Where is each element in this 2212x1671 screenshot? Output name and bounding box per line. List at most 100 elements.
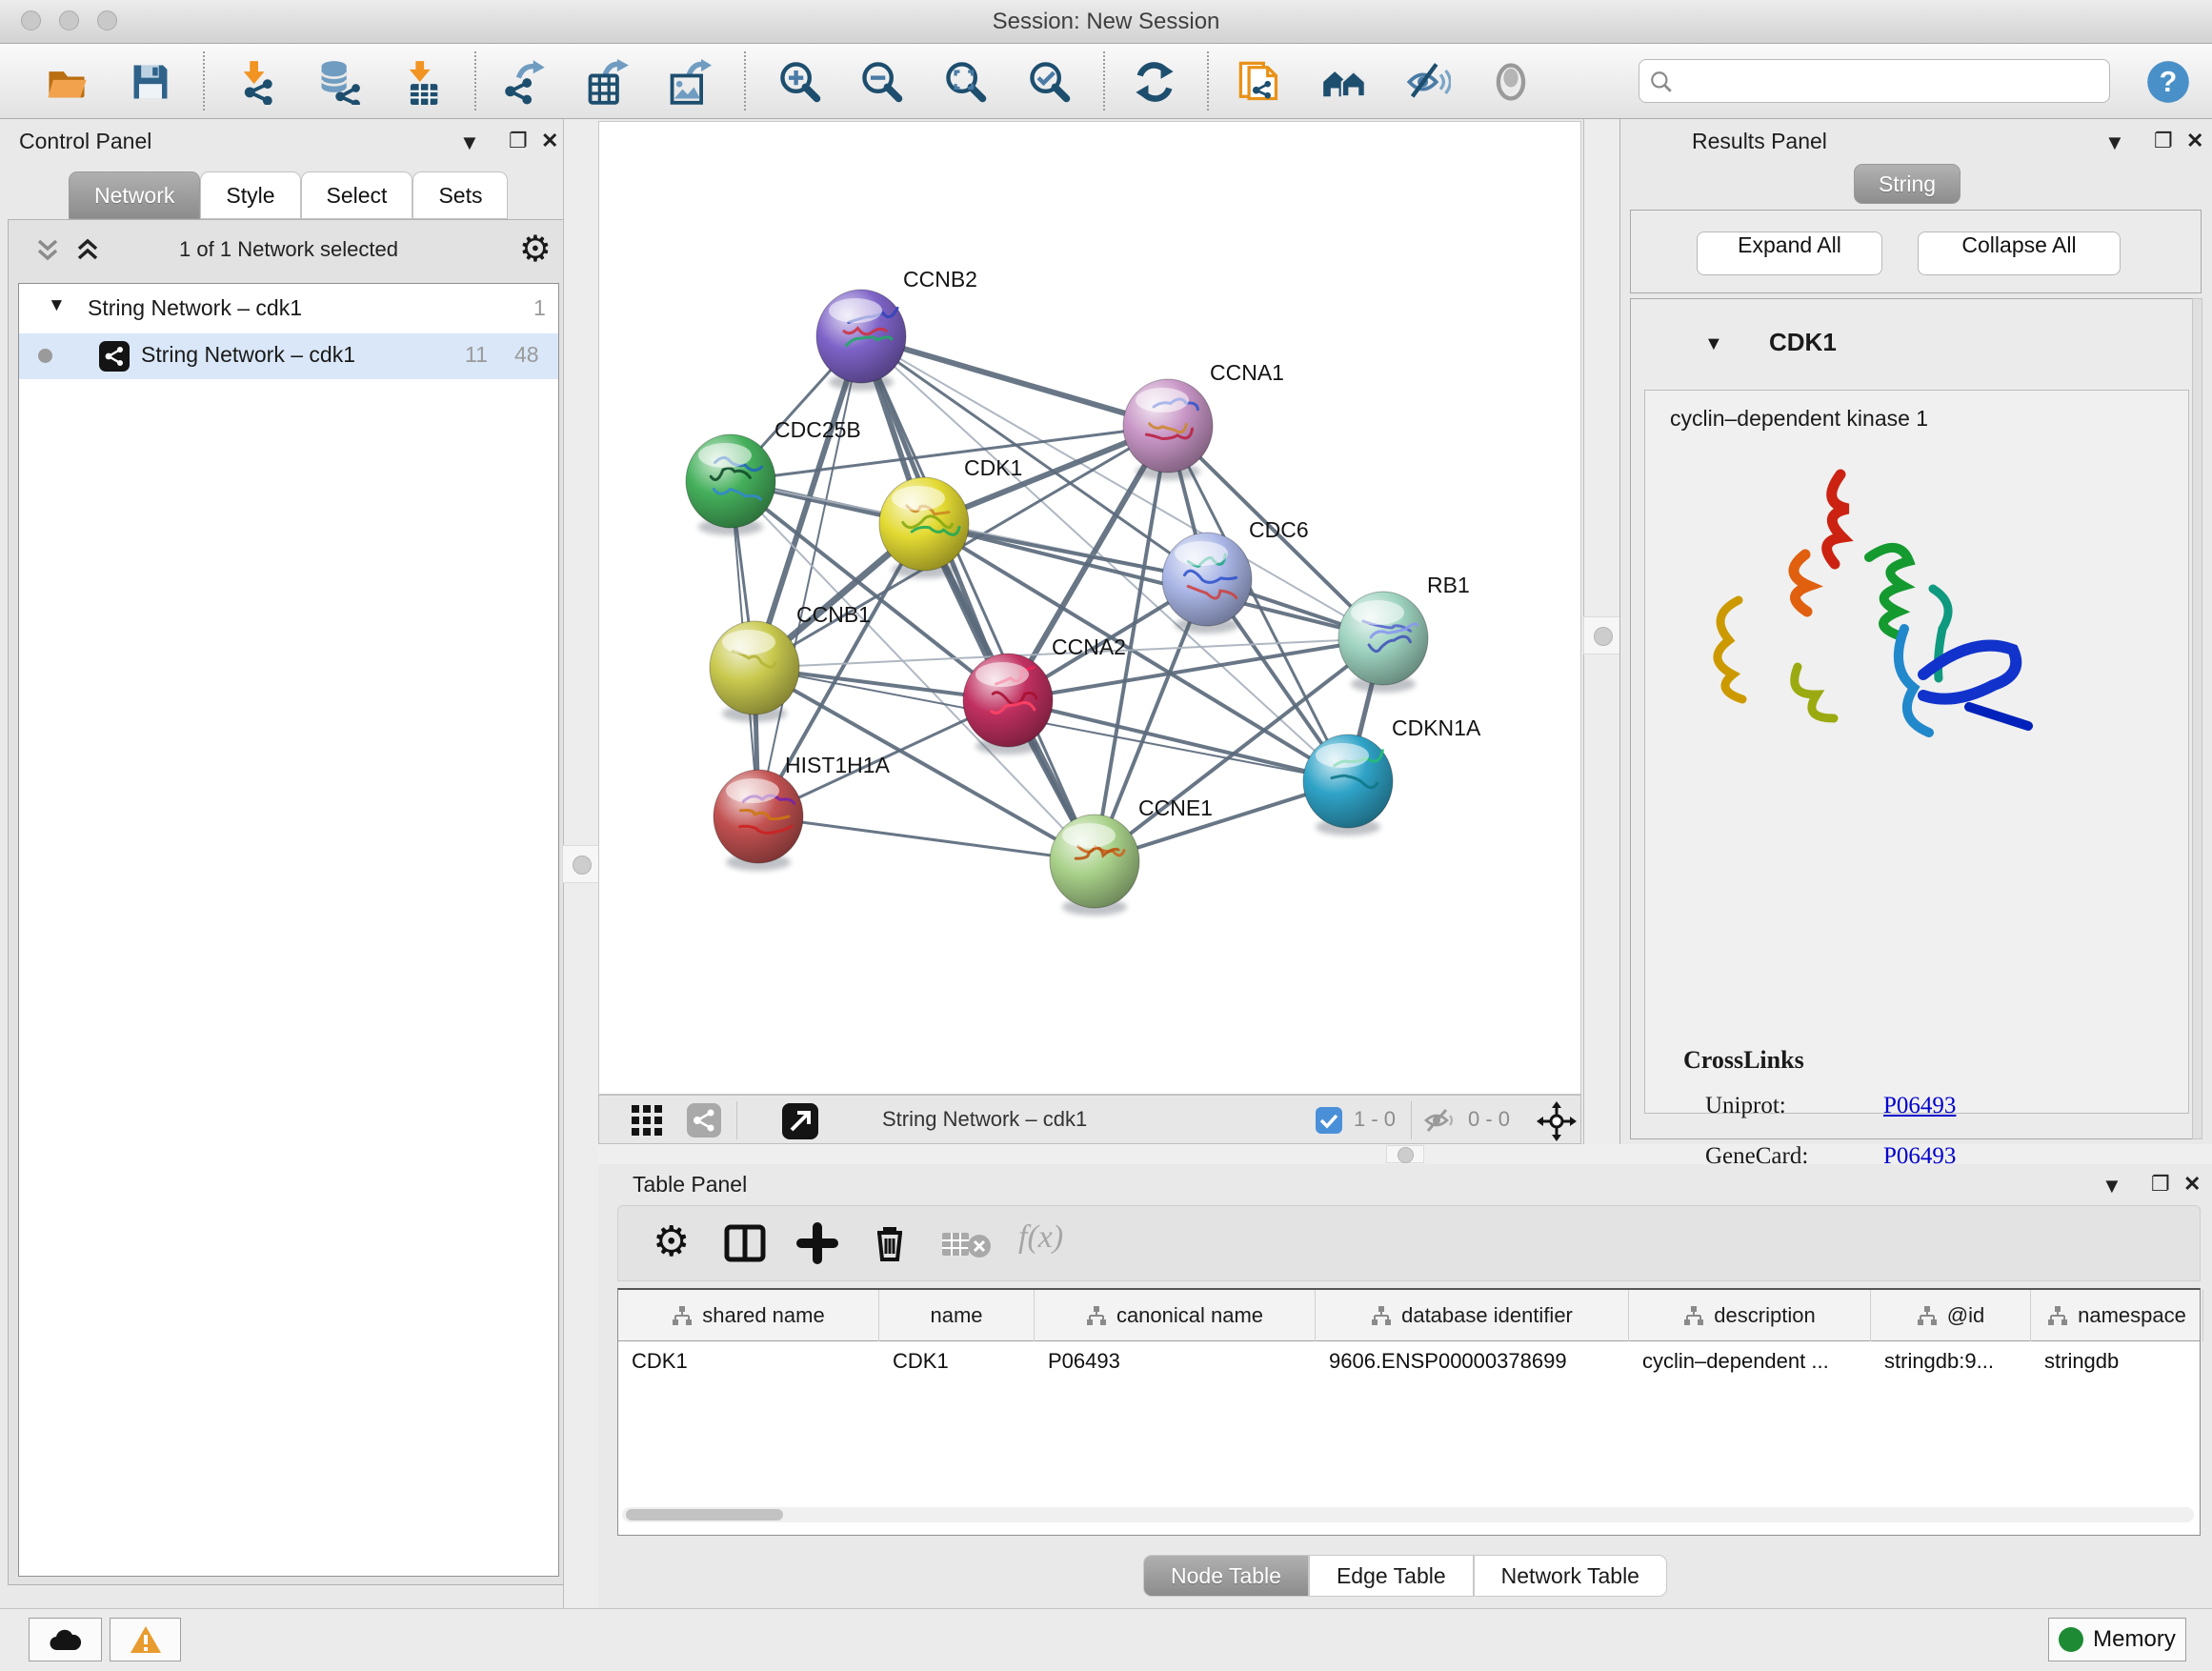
control-panel-menu-icon[interactable]: ▼ [459, 131, 480, 155]
birds-eye-view-icon[interactable] [630, 1103, 664, 1137]
collection-expander-icon[interactable]: ▼ [48, 295, 66, 316]
bottom-splitter-handle[interactable] [1386, 1145, 1424, 1163]
protein-description: cyclin–dependent kinase 1 [1670, 406, 1928, 432]
function-builder-icon[interactable]: f(x) [1018, 1219, 1063, 1256]
column-header-id[interactable]: @id [1871, 1290, 2031, 1341]
cell-description[interactable]: cyclin–dependent ... [1629, 1341, 1871, 1381]
tab-style[interactable]: Style [200, 171, 300, 219]
cell-canonical-name[interactable]: P06493 [1035, 1341, 1316, 1381]
apply-layout-icon[interactable] [1132, 59, 1177, 105]
results-scrollbar[interactable] [2192, 298, 2202, 1139]
column-header-database-identifier[interactable]: database identifier [1316, 1290, 1629, 1341]
tab-edge-table[interactable]: Edge Table [1309, 1555, 1474, 1597]
network-edge[interactable] [861, 336, 1095, 861]
column-header-shared-name[interactable]: shared name [618, 1290, 879, 1341]
network-row-selected[interactable]: String Network – cdk1 11 48 [19, 333, 558, 379]
protein-expander-icon[interactable]: ▼ [1704, 333, 1723, 355]
network-node-CCNB2[interactable]: CCNB2 [816, 267, 977, 391]
export-table-icon[interactable] [584, 59, 630, 105]
tab-network[interactable]: Network [69, 171, 200, 219]
table-options-gear-icon[interactable]: ⚙ [653, 1221, 690, 1263]
cloud-button[interactable] [29, 1618, 102, 1661]
node-label-CDKN1A: CDKN1A [1392, 715, 1481, 740]
memory-button[interactable]: Memory [2048, 1618, 2186, 1661]
zoom-in-icon[interactable] [777, 59, 823, 105]
zoom-out-icon[interactable] [859, 59, 905, 105]
table-panel-title: Table Panel [633, 1172, 747, 1198]
cell-shared-name[interactable]: CDK1 [618, 1341, 879, 1381]
column-header-canonical-name[interactable]: canonical name [1035, 1290, 1316, 1341]
delete-column-icon[interactable] [868, 1221, 912, 1265]
left-splitter-handle[interactable] [562, 845, 600, 883]
control-panel-float-icon[interactable]: ❐ [509, 129, 528, 153]
network-view-share-icon[interactable] [687, 1103, 721, 1137]
hidden-eye-icon[interactable] [1424, 1107, 1457, 1134]
cell-namespace[interactable]: stringdb [2031, 1341, 2203, 1381]
table-panel-float-icon[interactable]: ❐ [2151, 1172, 2170, 1197]
hide-selected-icon[interactable] [1405, 59, 1451, 105]
open-session-icon[interactable] [44, 59, 90, 105]
network-edge[interactable] [758, 336, 861, 816]
cell-id[interactable]: stringdb:9... [1871, 1341, 2031, 1381]
tab-string[interactable]: String [1854, 164, 1961, 204]
network-node-RB1[interactable]: RB1 [1338, 573, 1470, 693]
show-columns-icon[interactable] [723, 1221, 767, 1265]
network-collection-row[interactable]: ▼ String Network – cdk1 1 [19, 288, 558, 333]
network-edge[interactable] [758, 816, 1095, 861]
network-node-CDKN1A[interactable]: CDKN1A [1303, 715, 1481, 836]
network-graph[interactable]: CCNB2CCNA1CDC25BCDK1CDC6RB1CCNB1CCNA2CDK… [599, 122, 1580, 1094]
tab-node-table[interactable]: Node Table [1143, 1555, 1309, 1597]
network-edge[interactable] [1008, 700, 1348, 781]
new-network-from-selection-icon[interactable] [1237, 59, 1282, 105]
current-network-name: String Network – cdk1 [882, 1107, 1087, 1132]
import-table-file-icon[interactable] [400, 59, 446, 105]
detach-view-icon[interactable] [782, 1103, 818, 1139]
tab-select[interactable]: Select [301, 171, 413, 219]
table-panel-menu-icon[interactable]: ▼ [2101, 1174, 2122, 1198]
warning-button[interactable] [110, 1618, 181, 1661]
network-canvas[interactable]: CCNB2CCNA1CDC25BCDK1CDC6RB1CCNB1CCNA2CDK… [598, 121, 1581, 1095]
first-neighbors-icon[interactable] [1321, 59, 1367, 105]
delete-table-icon[interactable] [940, 1231, 992, 1259]
zoom-fit-icon[interactable] [943, 59, 989, 105]
show-all-icon[interactable] [1488, 59, 1534, 105]
tab-sets[interactable]: Sets [412, 171, 508, 219]
network-options-gear-icon[interactable]: ⚙ [519, 228, 552, 271]
table-panel-close-icon[interactable]: ✕ [2183, 1172, 2201, 1197]
export-image-icon[interactable] [666, 59, 712, 105]
collapse-all-button[interactable]: Collapse All [1918, 232, 2121, 275]
search-input[interactable] [1681, 64, 2101, 98]
help-icon[interactable]: ? [2145, 59, 2191, 105]
cell-database-identifier[interactable]: 9606.ENSP00000378699 [1316, 1341, 1629, 1381]
search-icon [1649, 70, 1674, 94]
bottom-splitter[interactable] [598, 1144, 2212, 1164]
column-header-description[interactable]: description [1629, 1290, 1871, 1341]
cell-name[interactable]: CDK1 [879, 1341, 1035, 1381]
import-network-file-icon[interactable] [235, 59, 281, 105]
results-panel-menu-icon[interactable]: ▼ [2104, 131, 2125, 155]
add-column-icon[interactable] [795, 1221, 839, 1265]
pan-crosshair-icon[interactable] [1537, 1101, 1577, 1141]
table-hscrollbar[interactable] [622, 1507, 2194, 1522]
network-node-CDK1[interactable]: CDK1 [879, 455, 1022, 578]
export-network-icon[interactable] [502, 59, 548, 105]
selected-checkbox-icon[interactable] [1316, 1107, 1342, 1134]
network-node-HIST1H1A[interactable]: HIST1H1A [714, 753, 891, 871]
results-panel-float-icon[interactable]: ❐ [2154, 129, 2173, 153]
tab-network-table[interactable]: Network Table [1474, 1555, 1667, 1597]
left-splitter[interactable] [563, 119, 598, 1608]
save-session-icon[interactable] [128, 59, 173, 105]
network-edge[interactable] [861, 336, 1168, 426]
collection-count: 1 [533, 295, 546, 321]
column-header-namespace[interactable]: namespace [2031, 1290, 2203, 1341]
import-network-database-icon[interactable] [315, 59, 361, 105]
crosslink-link-uniprot[interactable]: P06493 [1883, 1093, 1956, 1119]
expand-all-button[interactable]: Expand All [1697, 232, 1882, 275]
right-splitter-handle[interactable] [1583, 616, 1621, 654]
table-row[interactable]: CDK1CDK1P064939606.ENSP00000378699cyclin… [618, 1341, 2200, 1381]
column-header-name[interactable]: name [879, 1290, 1035, 1341]
table-hscrollbar-thumb[interactable] [626, 1509, 783, 1520]
control-panel-close-icon[interactable]: ✕ [541, 129, 558, 153]
results-panel-close-icon[interactable]: ✕ [2186, 129, 2203, 153]
zoom-selected-icon[interactable] [1027, 59, 1073, 105]
